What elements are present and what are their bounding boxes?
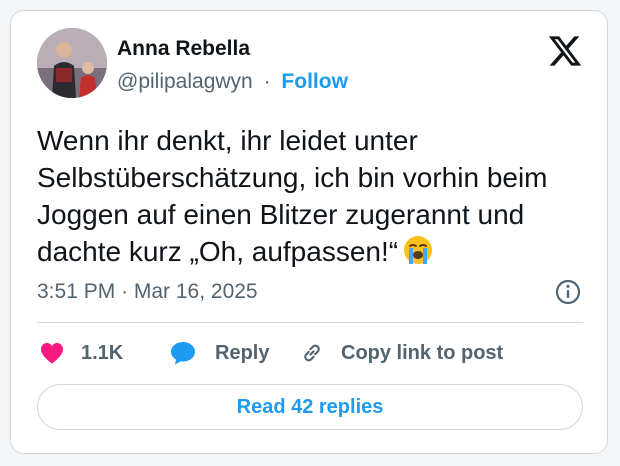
avatar[interactable] (37, 28, 107, 98)
loudly-crying-face-icon (402, 234, 434, 266)
tweet-text-container: Wenn ihr denkt, ihr leidet unter Selbstü… (37, 122, 597, 270)
reply-label: Reply (215, 341, 270, 364)
speech-bubble-icon (169, 340, 197, 366)
copy-link-button[interactable]: Copy link to post (299, 338, 503, 368)
profile-photo (37, 28, 107, 98)
link-icon (299, 340, 325, 366)
handle-separator: · (263, 70, 271, 93)
reply-button[interactable]: Reply (169, 338, 269, 368)
copy-link-label: Copy link to post (341, 341, 504, 364)
author-handle[interactable]: @pilipalagwyn (117, 70, 253, 93)
read-replies-button[interactable]: Read 42 replies (37, 384, 583, 430)
author-display-name[interactable]: Anna Rebella (117, 37, 250, 61)
info-circle-icon[interactable] (554, 278, 582, 306)
author-handle-row: @pilipalagwyn · Follow (117, 70, 348, 94)
like-count: 1.1K (81, 341, 124, 364)
x-logo-icon[interactable] (547, 33, 583, 69)
follow-button[interactable]: Follow (281, 70, 348, 93)
tweet-card: Anna Rebella @pilipalagwyn · Follow Wenn… (10, 10, 608, 454)
heart-icon (39, 341, 65, 365)
like-button[interactable]: 1.1K (39, 338, 123, 368)
divider (37, 322, 583, 323)
read-replies-label: Read 42 replies (236, 395, 384, 418)
tweet-timestamp[interactable]: 3:51 PM · Mar 16, 2025 (37, 280, 258, 304)
tweet-text: Wenn ihr denkt, ihr leidet unter Selbstü… (37, 125, 548, 267)
